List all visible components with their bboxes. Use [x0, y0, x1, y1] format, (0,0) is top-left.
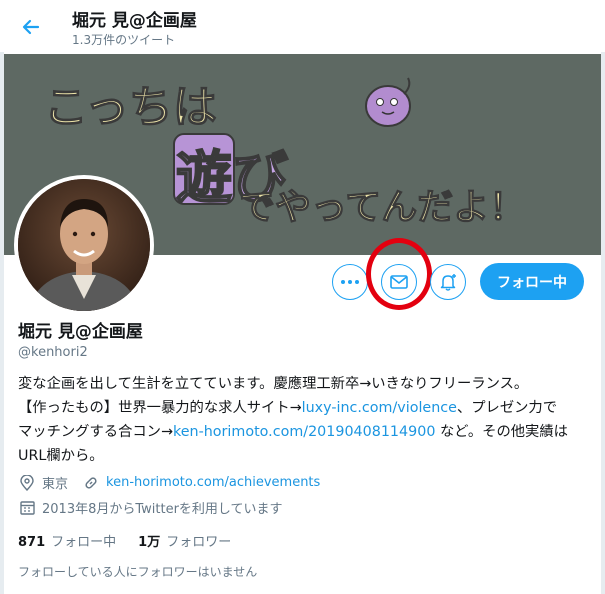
bio-line: 【作ったもの】世界一暴力的な求人サイト→luxy-inc.com/violenc…	[18, 400, 558, 416]
profile-website-link[interactable]: ken-horimoto.com/achievements	[106, 475, 320, 490]
following-button[interactable]: フォロー中	[480, 263, 584, 300]
followers-stat[interactable]: 1万 フォロワー	[138, 531, 231, 550]
bio-line: 変な企画を出して生計を立てています。慶應理工新卒→いきなりフリーランス。	[18, 376, 529, 392]
following-stat[interactable]: 871 フォロー中	[18, 531, 116, 550]
profile-meta-row: 東京 ken-horimoto.com/achievements	[18, 473, 320, 492]
profile-name: 堀元 見@企画屋	[18, 322, 143, 342]
following-count: 871	[18, 535, 46, 550]
location-pin-icon	[18, 474, 36, 492]
avatar-photo	[18, 179, 150, 311]
bio-line: マッチングする合コン→ken-horimoto.com/201904081149…	[18, 424, 568, 440]
back-button[interactable]	[16, 12, 46, 42]
profile-location: 東京	[42, 477, 69, 492]
more-dots-icon	[341, 280, 359, 284]
link-icon	[82, 474, 100, 492]
right-border	[601, 0, 605, 594]
profile-joined-date: 2013年8月からTwitterを利用しています	[42, 502, 283, 517]
profile-header: 堀元 見@企画屋 1.3万件のツイート	[0, 0, 605, 52]
profile-handle: @kenhori2	[18, 345, 88, 360]
bio-line: URL欄から。	[18, 448, 104, 464]
header-title: 堀元 見@企画屋	[72, 11, 197, 31]
direct-message-button[interactable]	[381, 264, 417, 300]
banner-text-line1: こっちは	[44, 82, 217, 133]
followers-count: 1万	[138, 535, 161, 550]
envelope-icon	[390, 275, 408, 289]
known-followers-text: フォローしている人にフォロワーはいません	[18, 565, 258, 579]
bio-link-violence[interactable]: luxy-inc.com/violence	[302, 400, 457, 416]
banner-text-line3: でやってんだよ！	[239, 187, 525, 228]
tweet-count: 1.3万件のツイート	[72, 33, 176, 47]
profile-stats: 871 フォロー中 1万 フォロワー	[18, 531, 253, 550]
followers-label: フォロワー	[166, 535, 232, 550]
bell-plus-icon	[440, 274, 456, 291]
following-label: フォロー中	[51, 535, 117, 550]
calendar-icon	[18, 499, 36, 517]
profile-avatar[interactable]	[14, 175, 154, 315]
profile-joined-row: 2013年8月からTwitterを利用しています	[18, 498, 283, 517]
profile-bio: 変な企画を出して生計を立てています。慶應理工新卒→いきなりフリーランス。 【作っ…	[18, 372, 588, 468]
more-button[interactable]	[332, 264, 368, 300]
notifications-button[interactable]	[430, 264, 466, 300]
bio-link-horimoto[interactable]: ken-horimoto.com/20190408114900	[173, 424, 435, 440]
back-arrow-icon	[22, 19, 40, 35]
